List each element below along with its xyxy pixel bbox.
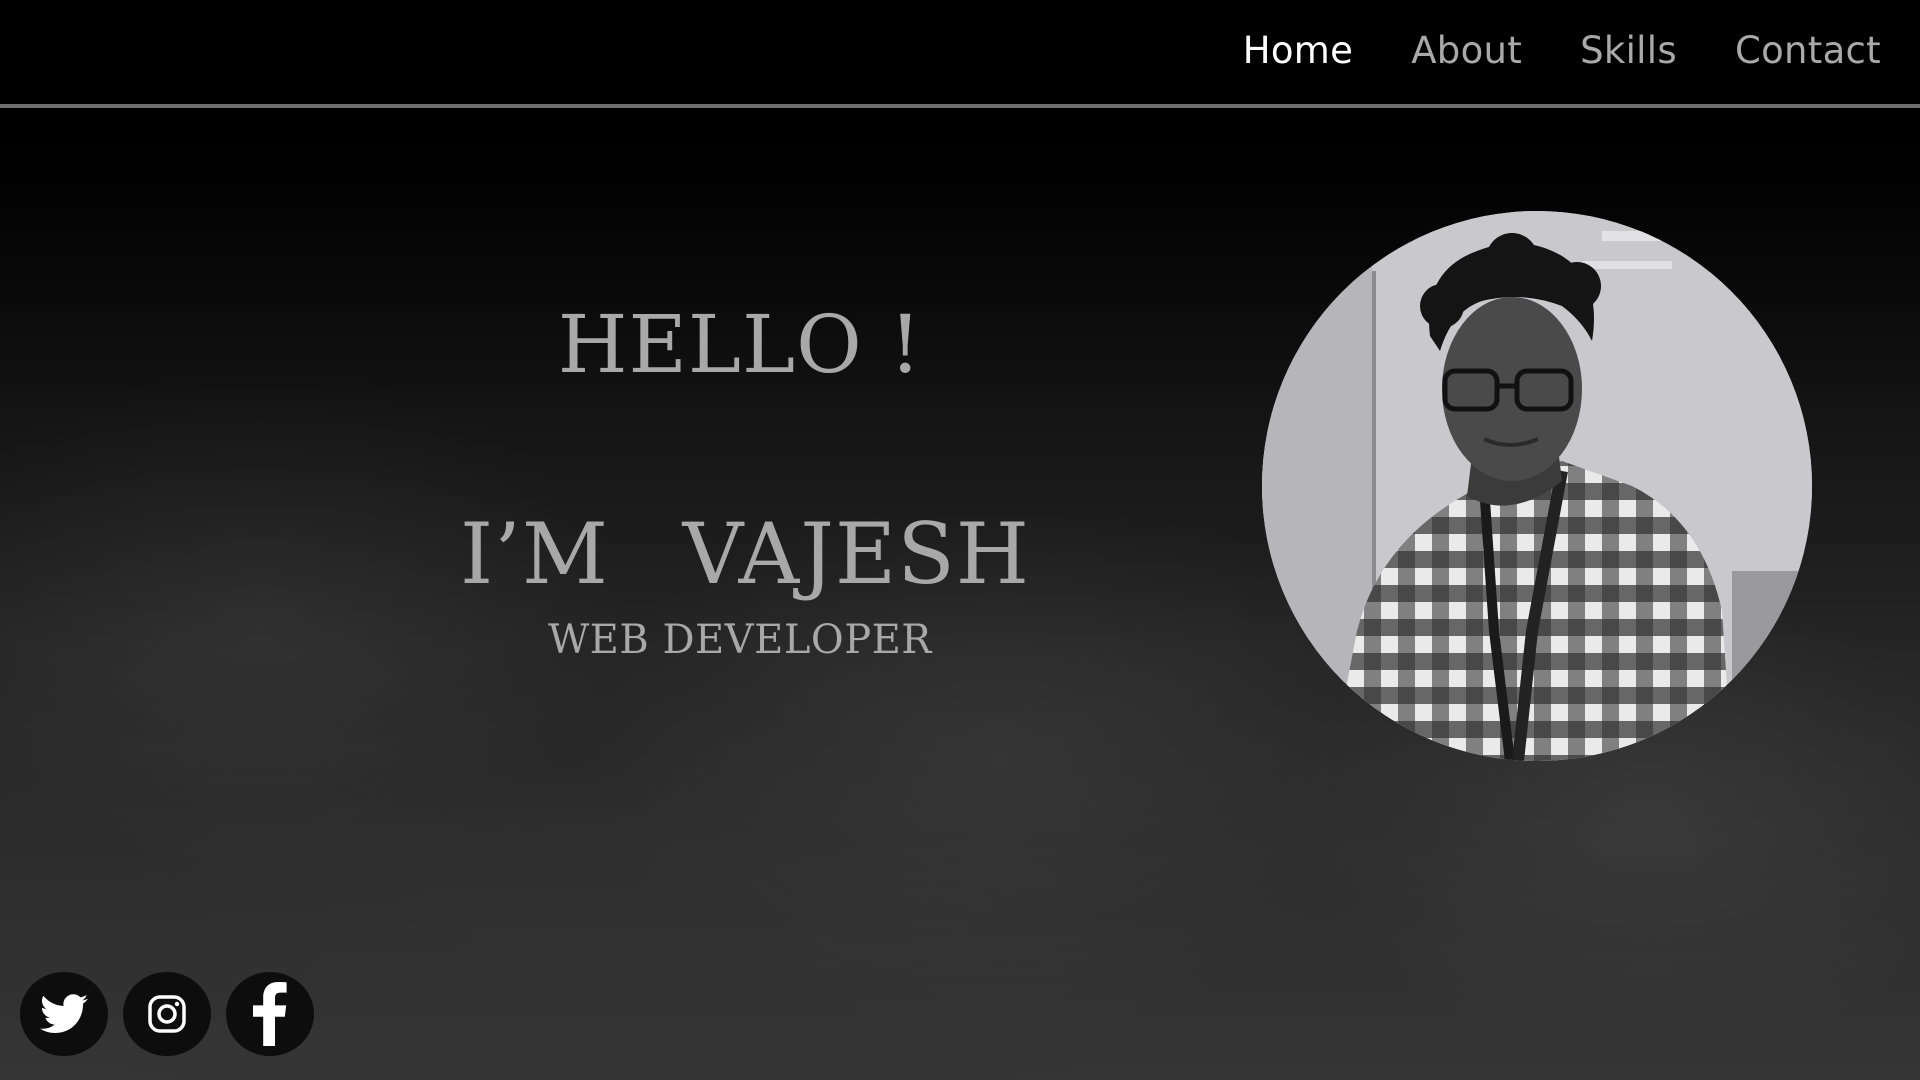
hero-name: I’M VAJESH bbox=[459, 505, 1030, 603]
nav-link-contact[interactable]: Contact bbox=[1735, 32, 1881, 69]
nav-link-skills[interactable]: Skills bbox=[1580, 32, 1677, 69]
nav-link-home[interactable]: Home bbox=[1243, 32, 1353, 69]
nav-link-about[interactable]: About bbox=[1411, 32, 1522, 69]
nav-links: Home About Skills Contact bbox=[1243, 32, 1881, 69]
top-navbar: Home About Skills Contact bbox=[0, 0, 1920, 108]
social-links bbox=[20, 972, 314, 1056]
facebook-icon bbox=[253, 982, 287, 1046]
instagram-button[interactable] bbox=[123, 972, 211, 1056]
hero-role: WEB DEVELOPER bbox=[548, 617, 932, 663]
twitter-icon bbox=[40, 994, 88, 1033]
twitter-button[interactable] bbox=[20, 972, 108, 1056]
profile-photo-illustration bbox=[1262, 211, 1812, 761]
profile-photo bbox=[1262, 211, 1812, 761]
instagram-icon bbox=[148, 995, 186, 1033]
hero-greeting: HELLO ! bbox=[557, 298, 923, 391]
facebook-button[interactable] bbox=[226, 972, 314, 1056]
